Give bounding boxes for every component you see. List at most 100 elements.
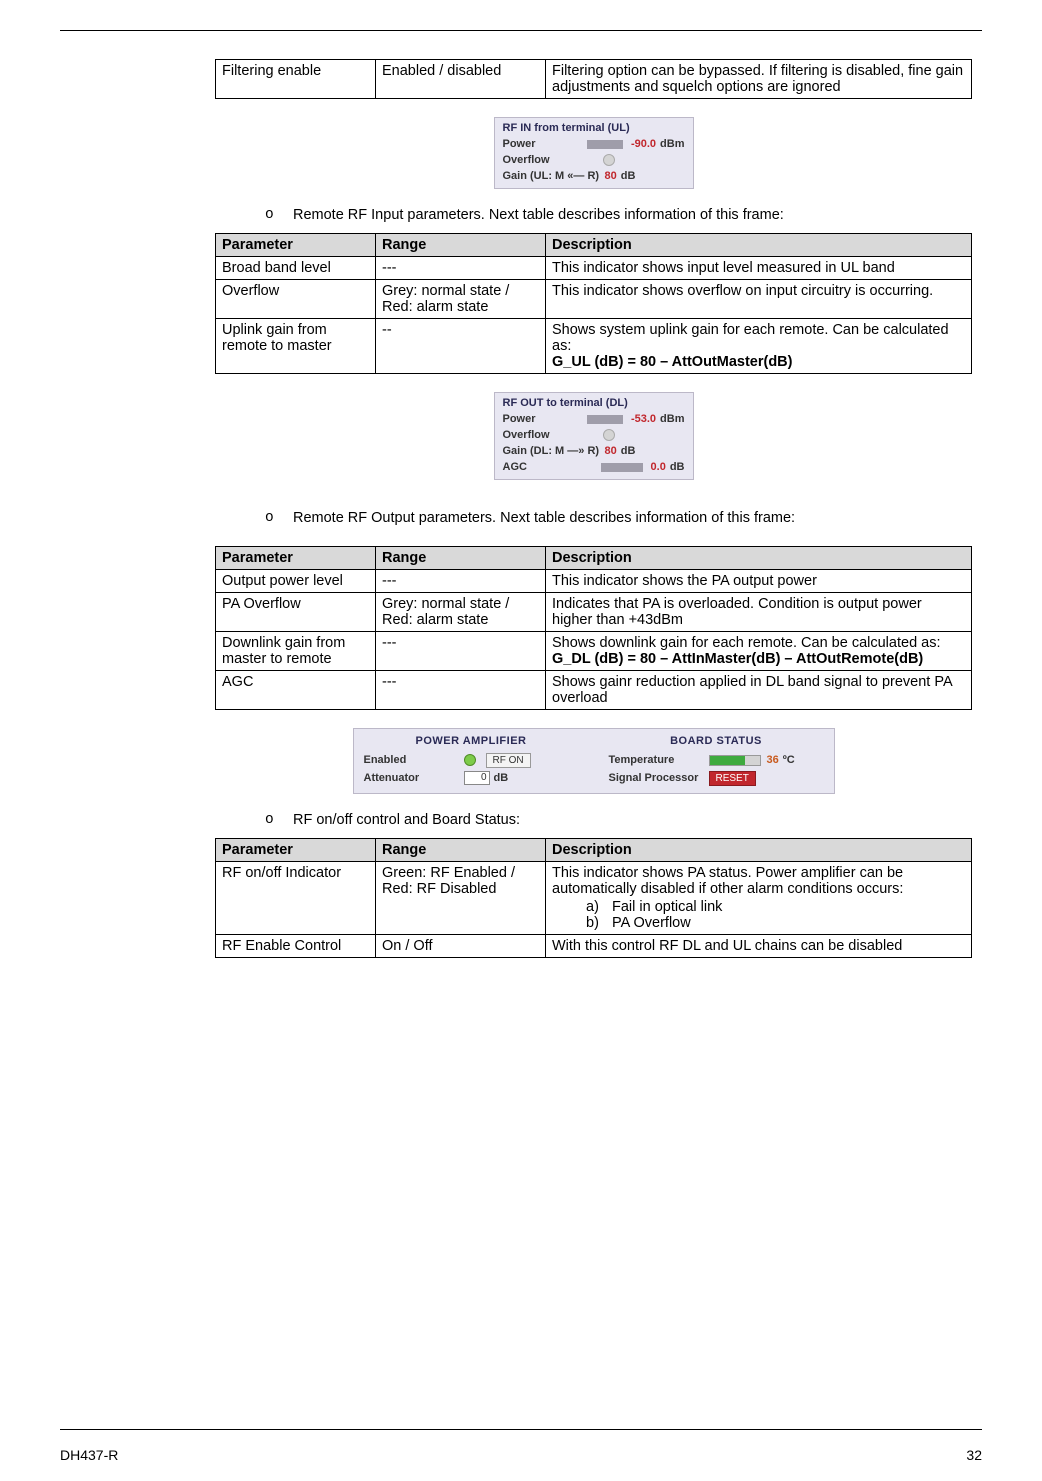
th-desc: Description [546, 547, 972, 570]
table-row: RF Enable Control On / Off With this con… [216, 935, 972, 958]
cell-desc: This indicator shows the PA output power [546, 570, 972, 593]
bullet-text: Remote RF Output parameters. Next table … [293, 510, 795, 526]
th-param: Parameter [216, 839, 376, 862]
table-filtering: Filtering enable Enabled / disabled Filt… [215, 59, 972, 99]
enabled-label: Enabled [364, 754, 464, 766]
pa-header: POWER AMPLIFIER [364, 735, 579, 747]
cell-param: AGC [216, 671, 376, 710]
temperature-bar [709, 755, 761, 766]
sub-val: Fail in optical link [612, 899, 722, 915]
table-row: Downlink gain from master to remote --- … [216, 632, 972, 671]
power-label: Power [503, 138, 588, 150]
desc-sublist: a)Fail in optical link b)PA Overflow [586, 899, 965, 931]
table-row: Output power level --- This indicator sh… [216, 570, 972, 593]
rule-top [60, 30, 982, 31]
panel-title: RF OUT to terminal (DL) [503, 397, 685, 409]
attenuator-unit: dB [494, 772, 509, 784]
cell-range: Green: RF Enabled / Red: RF Disabled [376, 862, 546, 935]
footer: DH437-R 32 [60, 1447, 982, 1463]
bullet-icon: o [265, 812, 293, 828]
table-row: PA Overflow Grey: normal state / Red: al… [216, 593, 972, 632]
cell-range: -- [376, 319, 546, 374]
attenuator-input[interactable]: 0 [464, 771, 490, 785]
cell-range: Grey: normal state / Red: alarm state [376, 280, 546, 319]
th-range: Range [376, 547, 546, 570]
enabled-indicator-icon [464, 754, 476, 766]
cell-desc: This indicator shows overflow on input c… [546, 280, 972, 319]
sub-key: a) [586, 899, 612, 915]
page: Filtering enable Enabled / disabled Filt… [0, 0, 1042, 1481]
agc-unit: dB [670, 461, 685, 473]
cell-desc: Filtering option can be bypassed. If fil… [546, 60, 972, 99]
th-desc: Description [546, 234, 972, 257]
temperature-label: Temperature [609, 754, 709, 766]
cell-desc: Shows gainr reduction applied in DL band… [546, 671, 972, 710]
th-param: Parameter [216, 234, 376, 257]
cell-param: Output power level [216, 570, 376, 593]
rule-bottom [60, 1429, 982, 1430]
th-param: Parameter [216, 547, 376, 570]
cell-desc: Indicates that PA is overloaded. Conditi… [546, 593, 972, 632]
table-row: Broad band level --- This indicator show… [216, 257, 972, 280]
cell-range: --- [376, 570, 546, 593]
agc-bar [601, 463, 642, 472]
content: Filtering enable Enabled / disabled Filt… [215, 59, 972, 958]
sub-val: PA Overflow [612, 915, 691, 931]
desc-line1: Shows downlink gain for each remote. Can… [552, 635, 941, 651]
desc-main: This indicator shows PA status. Power am… [552, 865, 903, 897]
cell-desc: Shows downlink gain for each remote. Can… [546, 632, 972, 671]
gain-label: Gain (DL: M —» R) [503, 445, 603, 457]
bullet-rf-onoff: o RF on/off control and Board Status: [265, 812, 972, 828]
table-row: Overflow Grey: normal state / Red: alarm… [216, 280, 972, 319]
footer-right: 32 [966, 1447, 982, 1463]
cell-param: RF on/off Indicator [216, 862, 376, 935]
rf-out-panel: RF OUT to terminal (DL) Power -53.0 dBm … [494, 392, 694, 480]
table-row: RF on/off Indicator Green: RF Enabled / … [216, 862, 972, 935]
cell-param: RF Enable Control [216, 935, 376, 958]
temperature-value: 36 [767, 754, 779, 766]
attenuator-label: Attenuator [364, 772, 464, 784]
th-range: Range [376, 839, 546, 862]
gain-label: Gain (UL: M «— R) [503, 170, 603, 182]
reset-button[interactable]: RESET [709, 771, 756, 786]
rf-on-button[interactable]: RF ON [486, 753, 531, 768]
cell-range: --- [376, 257, 546, 280]
sub-key: b) [586, 915, 612, 931]
pa-board-panel: POWER AMPLIFIER Enabled RF ON Attenuator… [353, 728, 835, 794]
power-unit: dBm [660, 138, 684, 150]
cell-range: --- [376, 671, 546, 710]
cell-param: Filtering enable [216, 60, 376, 99]
cell-desc: Shows system uplink gain for each remote… [546, 319, 972, 374]
desc-formula: G_DL (dB) = 80 – AttInMaster(dB) – AttOu… [552, 651, 923, 667]
footer-left: DH437-R [60, 1447, 118, 1463]
power-bar [587, 140, 623, 149]
overflow-label: Overflow [503, 429, 603, 441]
cell-param: Overflow [216, 280, 376, 319]
pa-board-panel-wrap: POWER AMPLIFIER Enabled RF ON Attenuator… [215, 728, 972, 794]
agc-label: AGC [503, 461, 602, 473]
cell-desc: This indicator shows PA status. Power am… [546, 862, 972, 935]
table-rf-onoff: Parameter Range Description RF on/off In… [215, 838, 972, 958]
power-amplifier-col: POWER AMPLIFIER Enabled RF ON Attenuator… [364, 735, 579, 787]
table-row: Filtering enable Enabled / disabled Filt… [216, 60, 972, 99]
bullet-icon: o [265, 207, 293, 223]
desc-formula: G_UL (dB) = 80 – AttOutMaster(dB) [552, 354, 792, 370]
power-unit: dBm [660, 413, 684, 425]
table-header-row: Parameter Range Description [216, 547, 972, 570]
bs-header: BOARD STATUS [609, 735, 824, 747]
overflow-indicator-icon [603, 429, 615, 441]
table-header-row: Parameter Range Description [216, 839, 972, 862]
power-label: Power [503, 413, 588, 425]
table-row: Uplink gain from remote to master -- Sho… [216, 319, 972, 374]
overflow-label: Overflow [503, 154, 603, 166]
overflow-indicator-icon [603, 154, 615, 166]
temperature-unit: ºC [783, 754, 795, 766]
cell-range: On / Off [376, 935, 546, 958]
gain-unit: dB [621, 445, 636, 457]
cell-param: Broad band level [216, 257, 376, 280]
th-range: Range [376, 234, 546, 257]
rf-in-panel: RF IN from terminal (UL) Power -90.0 dBm… [494, 117, 694, 189]
bullet-icon: o [265, 510, 293, 526]
power-value: -53.0 [631, 413, 656, 425]
cell-desc: This indicator shows input level measure… [546, 257, 972, 280]
